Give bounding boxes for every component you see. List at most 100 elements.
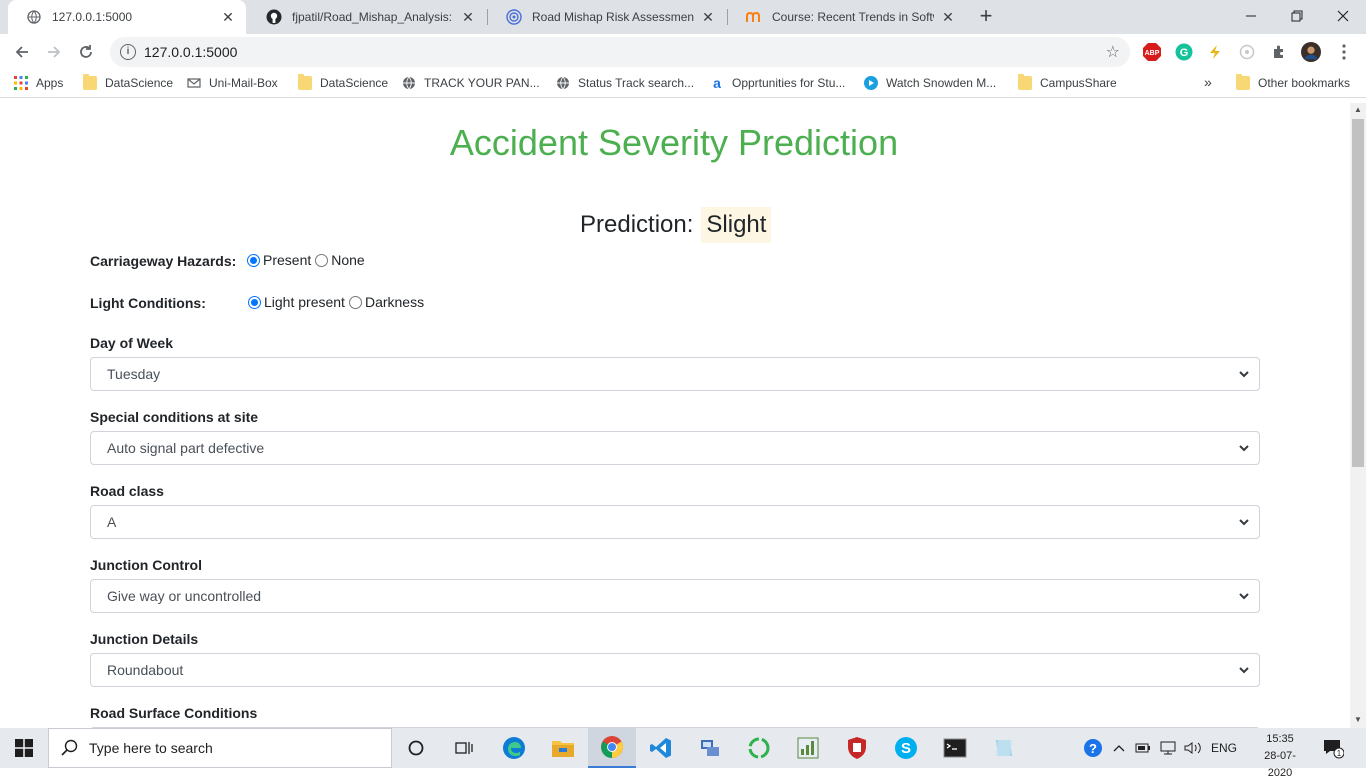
help-icon[interactable]: ? [1083, 738, 1103, 758]
junction-details-select[interactable]: Roundabout [90, 653, 1260, 687]
bookmark-status-track[interactable]: Status Track search... [556, 76, 694, 90]
light-present-radio[interactable] [248, 295, 261, 309]
grammarly-icon[interactable]: G [1174, 42, 1194, 62]
taskbar-network-app[interactable] [686, 728, 734, 768]
bookmark-datascience-2[interactable]: DataScience [298, 74, 388, 90]
new-tab-button[interactable]: + [972, 3, 1000, 31]
close-icon [1337, 10, 1349, 22]
taskbar-edge[interactable] [490, 728, 538, 768]
chart-app-icon [797, 737, 819, 759]
cortana-button[interactable] [392, 728, 440, 768]
junction-control-select[interactable]: Give way or uncontrolled [90, 579, 1260, 613]
bookmark-apps[interactable]: Apps [14, 76, 63, 90]
restore-icon [1291, 10, 1303, 22]
carriageway-present-label[interactable]: Present [263, 252, 311, 268]
battery-icon[interactable] [1135, 741, 1151, 755]
info-icon[interactable]: i [120, 44, 136, 60]
restore-button[interactable] [1274, 0, 1320, 32]
junction-control-label: Junction Control [90, 557, 202, 573]
tab-course[interactable]: Course: Recent Trends in Softwar ✕ [728, 0, 966, 34]
taskbar-chart-app[interactable] [784, 728, 832, 768]
bookmark-opportunities[interactable]: a Opprtunities for Stu... [710, 76, 845, 90]
adblock-icon[interactable]: ABP [1142, 42, 1162, 62]
carriageway-none-label[interactable]: None [331, 252, 364, 268]
taskbar-terminal[interactable] [931, 728, 979, 768]
github-icon [266, 9, 282, 25]
taskbar-search-box[interactable]: Type here to search [48, 728, 392, 768]
close-icon[interactable]: ✕ [220, 9, 236, 25]
special-conditions-select[interactable]: Auto signal part defective [90, 431, 1260, 465]
scroll-up-icon[interactable]: ▲ [1354, 105, 1362, 114]
tab-github[interactable]: fjpatil/Road_Mishap_Analysis: Ro ✕ [248, 0, 486, 34]
clock-time: 15:35 [1266, 733, 1294, 745]
profile-avatar[interactable] [1301, 42, 1321, 62]
globe-icon [26, 9, 42, 25]
page-scrollbar[interactable]: ▲ ▼ [1350, 103, 1366, 728]
bookmarks-bar: Apps DataScience Uni-Mail-Box DataScienc… [0, 70, 1366, 98]
start-button[interactable] [0, 728, 48, 768]
taskbar-skype[interactable]: S [882, 728, 930, 768]
skype-icon: S [895, 737, 917, 759]
bookmark-track-pan[interactable]: TRACK YOUR PAN... [402, 76, 540, 90]
extension-circle-icon[interactable] [1237, 42, 1257, 62]
lightning-extension-icon[interactable] [1205, 42, 1225, 62]
language-indicator[interactable]: ENG [1211, 741, 1237, 755]
network-computer-icon [701, 740, 719, 756]
bookmark-label: CampusShare [1040, 76, 1117, 90]
carriageway-none-radio[interactable] [315, 253, 329, 267]
terminal-icon [943, 738, 967, 758]
task-view-button[interactable] [440, 728, 488, 768]
scrollbar-thumb[interactable] [1352, 119, 1364, 467]
address-text[interactable]: 127.0.0.1:5000 [144, 44, 237, 60]
reload-icon [80, 45, 92, 58]
action-center-button[interactable]: 1 [1322, 728, 1344, 768]
bookmark-other[interactable]: Other bookmarks [1236, 74, 1350, 90]
bookmarks-overflow-button[interactable]: » [1204, 74, 1212, 90]
page-title: Accident Severity Prediction [449, 122, 899, 163]
mail-icon [187, 78, 201, 88]
close-icon[interactable]: ✕ [700, 9, 716, 25]
taskbar-sync-app[interactable] [735, 728, 783, 768]
carriageway-hazards-label: Carriageway Hazards: [90, 253, 237, 269]
chevron-down-icon [1239, 667, 1249, 674]
darkness-radio[interactable] [348, 295, 362, 309]
carriageway-present-radio[interactable] [247, 253, 260, 267]
scroll-down-icon[interactable]: ▼ [1354, 715, 1362, 724]
bookmark-uni-mail[interactable]: Uni-Mail-Box [187, 76, 278, 90]
taskbar-clock[interactable]: 15:35 28-07-2020 [1258, 731, 1302, 782]
taskbar-vscode[interactable] [637, 728, 685, 768]
road-class-select[interactable]: A [90, 505, 1260, 539]
taskbar-chrome[interactable] [588, 728, 636, 768]
prediction-value: Slight [701, 207, 772, 243]
minimize-button[interactable] [1228, 0, 1274, 32]
close-icon[interactable]: ✕ [460, 9, 476, 25]
chevron-down-icon [1239, 445, 1249, 452]
bookmark-campusshare[interactable]: CampusShare [1018, 74, 1117, 90]
day-of-week-select[interactable]: Tuesday [90, 357, 1260, 391]
chevron-up-icon[interactable] [1113, 743, 1125, 753]
apps-grid-icon [14, 76, 28, 90]
close-icon[interactable]: ✕ [940, 9, 956, 25]
volume-icon[interactable] [1183, 740, 1203, 756]
bookmark-datascience-1[interactable]: DataScience [83, 74, 174, 90]
address-bar[interactable]: i 127.0.0.1:5000 ☆ [110, 37, 1130, 67]
svg-text:1: 1 [1337, 749, 1342, 758]
minimize-icon [1246, 15, 1256, 17]
menu-kebab-icon[interactable] [1334, 42, 1354, 62]
network-icon[interactable] [1159, 740, 1177, 756]
taskbar-notes-app[interactable] [980, 728, 1028, 768]
tab-road-mishap[interactable]: Road Mishap Risk Assessment us ✕ [488, 0, 726, 34]
darkness-label[interactable]: Darkness [365, 294, 424, 310]
forward-button[interactable] [40, 38, 68, 66]
taskbar-shield-app[interactable] [833, 728, 881, 768]
back-button[interactable] [8, 38, 36, 66]
reload-button[interactable] [72, 38, 100, 66]
bookmark-watch-snowden[interactable]: Watch Snowden M... [864, 76, 996, 90]
tab-localhost[interactable]: 127.0.0.1:5000 ✕ [8, 0, 246, 34]
close-window-button[interactable] [1320, 0, 1366, 32]
light-present-label[interactable]: Light present [264, 294, 345, 310]
extensions-puzzle-icon[interactable] [1269, 42, 1289, 62]
star-icon[interactable]: ☆ [1106, 42, 1120, 62]
taskbar-file-explorer[interactable] [539, 728, 587, 768]
bookmark-label: DataScience [105, 76, 174, 90]
